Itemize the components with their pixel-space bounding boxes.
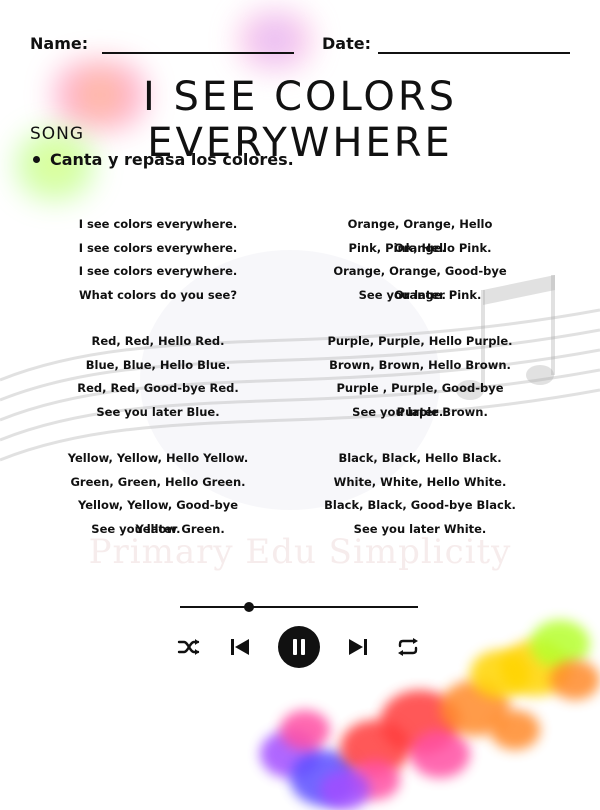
header-fields: Name: Date: <box>30 34 575 56</box>
lyric-line: See you later Pink. <box>358 287 482 302</box>
lyric-line: Red, Red, Hello Red. <box>91 334 225 348</box>
lyric-line: See you later Green. <box>91 521 225 536</box>
bullet-icon <box>33 156 40 163</box>
repeat-icon[interactable] <box>394 636 422 658</box>
paint-blob <box>280 710 330 750</box>
lyric-line: Yellow, Yellow, Good-bye Yellow. <box>77 498 238 536</box>
verse: Orange, Orange, Hello Orange. Pink, Pink… <box>320 213 520 307</box>
lyric-line: Green, Green, Hello Green. <box>70 474 246 489</box>
lyric-line: I see colors everywhere. <box>78 240 238 255</box>
lyric-line: Orange, Orange, Hello Orange. <box>347 217 493 255</box>
name-field[interactable] <box>102 52 294 54</box>
lyric-line: Black, Black, Good-bye Black. <box>324 498 516 512</box>
verse: I see colors everywhere. I see colors ev… <box>58 213 258 307</box>
lyric-line: Purple , Purple, Good-bye Purple. <box>336 381 504 419</box>
verse: Black, Black, Hello Black. White, White,… <box>320 447 520 541</box>
subtitle: SONG <box>30 124 85 144</box>
lyric-line: See you later Brown. <box>352 404 488 419</box>
paint-blob <box>410 730 470 778</box>
lyric-line: Brown, Brown, Hello Brown. <box>329 357 511 372</box>
next-icon[interactable] <box>346 636 370 658</box>
lyric-line: Purple, Purple, Hello Purple. <box>327 334 513 348</box>
pause-button[interactable] <box>278 626 320 668</box>
shuffle-icon[interactable] <box>176 636 202 658</box>
lyric-line: Yellow, Yellow, Hello Yellow. <box>67 451 249 465</box>
lyrics-right-column: Orange, Orange, Hello Orange. Pink, Pink… <box>320 213 520 564</box>
lyrics-left-column: I see colors everywhere. I see colors ev… <box>58 213 258 564</box>
lyric-line: I see colors everywhere. <box>78 217 238 231</box>
lyric-line: Blue, Blue, Hello Blue. <box>85 357 231 372</box>
lyric-line: See you later Blue. <box>96 404 220 419</box>
lyric-line: Red, Red, Good-bye Red. <box>77 381 239 395</box>
verse: Purple, Purple, Hello Purple. Brown, Bro… <box>320 330 520 424</box>
player-controls <box>176 626 426 668</box>
verse: Red, Red, Hello Red. Blue, Blue, Hello B… <box>58 330 258 424</box>
lyric-line: Black, Black, Hello Black. <box>338 451 502 465</box>
paint-blob <box>550 660 600 700</box>
date-field[interactable] <box>378 52 570 54</box>
instruction: Canta y repasa los colores. <box>33 150 294 169</box>
progress-handle[interactable] <box>244 602 255 612</box>
progress-bar[interactable] <box>180 602 418 612</box>
lyric-line: What colors do you see? <box>78 287 238 302</box>
instruction-text: Canta y repasa los colores. <box>50 150 294 169</box>
lyric-line: Pink, Pink, Hello Pink. <box>348 240 492 255</box>
name-label: Name: <box>30 34 89 53</box>
date-label: Date: <box>322 34 371 53</box>
previous-icon[interactable] <box>228 636 252 658</box>
lyric-line: See you later White. <box>353 521 487 536</box>
lyric-line: White, White, Hello White. <box>333 474 507 489</box>
progress-fill <box>180 606 250 608</box>
paint-blob <box>490 710 540 750</box>
verse: Yellow, Yellow, Hello Yellow. Green, Gre… <box>58 447 258 541</box>
paint-blob <box>320 770 370 810</box>
lyric-line: Orange, Orange, Good-bye Orange. <box>333 264 507 302</box>
lyric-line: I see colors everywhere. <box>78 264 238 278</box>
pause-icon <box>293 639 305 655</box>
